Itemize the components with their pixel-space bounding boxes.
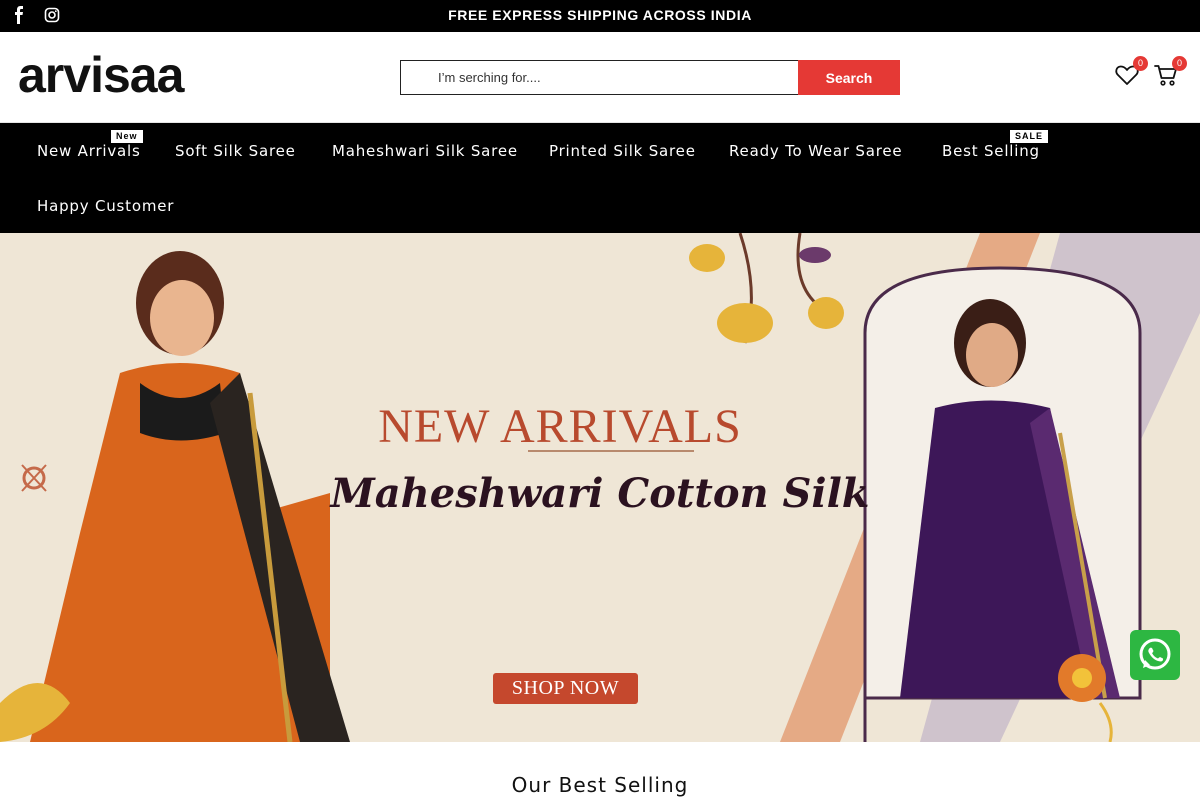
announcement-bar: FREE EXPRESS SHIPPING ACROSS INDIA [0,0,1200,32]
shipping-announcement: FREE EXPRESS SHIPPING ACROSS INDIA [448,7,752,23]
search-form: Search [400,60,900,95]
hero-divider [528,450,694,452]
whatsapp-icon [1139,638,1171,670]
nav-item-printed-silk-saree[interactable]: Printed Silk Saree [549,142,696,160]
shop-now-button[interactable]: SHOP NOW [493,673,638,704]
search-input[interactable] [400,60,798,95]
hero-title: NEW ARRIVALS [378,400,742,453]
hero-banner[interactable]: NEW ARRIVALS Maheshwari Cotton Silk SHOP… [0,233,1200,742]
hero-subtitle: Maheshwari Cotton Silk [330,470,870,517]
nav-item-maheshwari-silk-saree[interactable]: Maheshwari Silk Saree [332,142,518,160]
site-header: arvisaa Search 0 0 [0,32,1200,123]
cart-button[interactable]: 0 [1153,56,1187,90]
wishlist-count-badge: 0 [1133,56,1148,71]
nav-item-happy-customer[interactable]: Happy Customer [37,197,174,215]
nav-item-best-selling[interactable]: Best Selling [942,142,1040,160]
nav-item-new-arrivals[interactable]: New Arrivals [37,142,141,160]
search-button[interactable]: Search [798,60,900,95]
nav-item-soft-silk-saree[interactable]: Soft Silk Saree [175,142,296,160]
best-selling-heading: Our Best Selling [511,773,689,797]
site-logo[interactable]: arvisaa [18,46,184,104]
cart-count-badge: 0 [1172,56,1187,71]
new-tag-badge: New [111,130,143,143]
nav-item-ready-to-wear-saree[interactable]: Ready To Wear Saree [729,142,902,160]
wishlist-button[interactable]: 0 [1114,56,1148,90]
main-navigation: New Arrivals New Soft Silk Saree Maheshw… [0,123,1200,233]
whatsapp-chat-button[interactable] [1130,630,1180,680]
sale-tag-badge: SALE [1010,130,1049,143]
